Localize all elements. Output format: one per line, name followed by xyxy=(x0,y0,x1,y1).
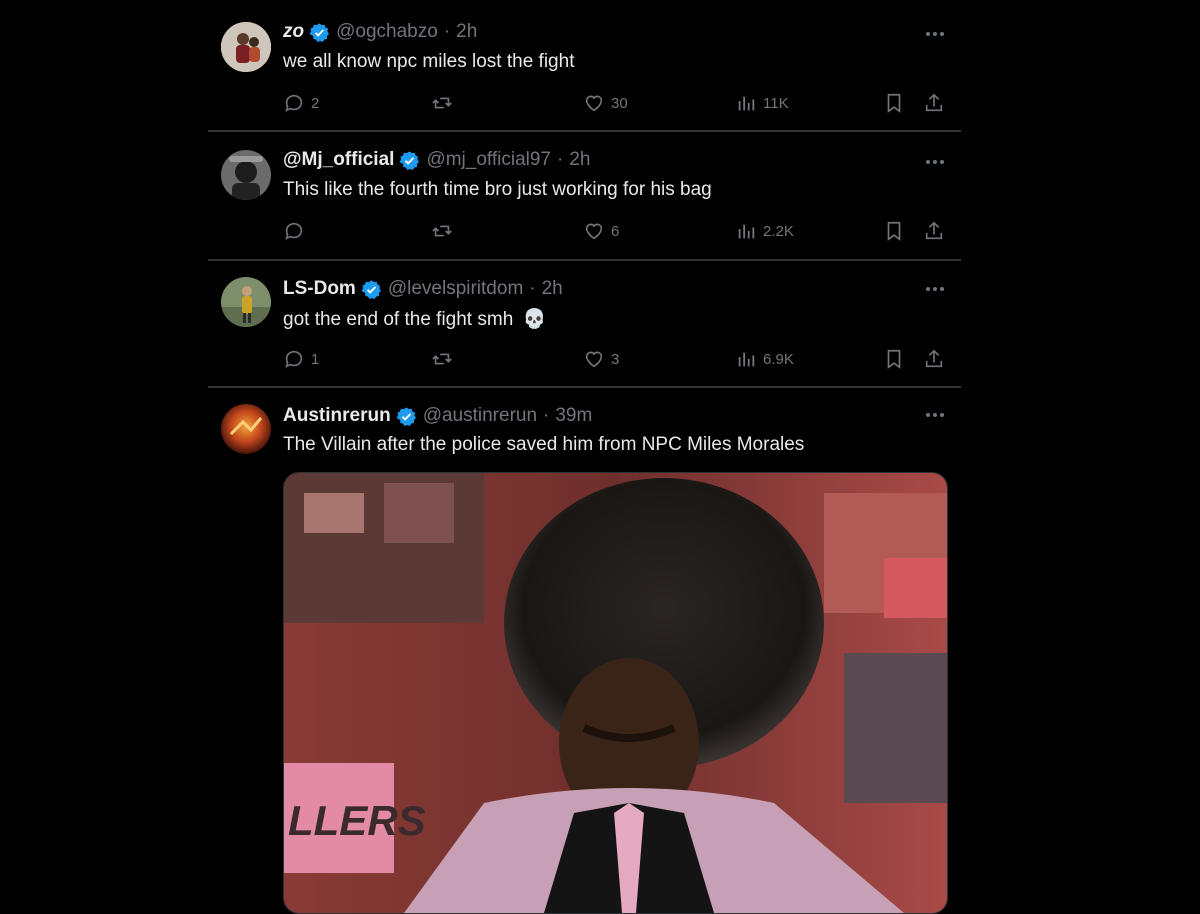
share-icon xyxy=(925,221,943,240)
reply-icon xyxy=(285,222,303,240)
retweet-icon xyxy=(432,225,452,237)
reply-button[interactable]: 1 xyxy=(283,346,319,372)
tweet[interactable]: Austinrerun @austinrerun · 39m The Villa… xyxy=(208,388,961,914)
more-dots-icon[interactable] xyxy=(920,405,950,425)
tweet-text: The Villain after the police saved him f… xyxy=(283,434,805,455)
share-button[interactable] xyxy=(923,346,945,372)
timestamp[interactable]: 2h xyxy=(569,149,590,171)
like-count: 30 xyxy=(611,94,628,112)
user-handle[interactable]: @mj_official97 xyxy=(426,149,551,171)
retweet-button[interactable] xyxy=(431,346,453,372)
views-chart-icon xyxy=(738,352,755,367)
views-count: 11K xyxy=(763,94,789,112)
reply-icon xyxy=(285,350,303,368)
tweet-header: zo @ogchabzo · 2h xyxy=(283,21,477,43)
more-dots-icon[interactable] xyxy=(920,24,950,44)
user-handle[interactable]: @ogchabzo xyxy=(336,21,438,43)
tweet-actions: 6 2.2K xyxy=(283,218,953,244)
heart-icon xyxy=(585,95,603,112)
tweet-text-body: got the end of the fight smh xyxy=(283,309,514,330)
avatar[interactable] xyxy=(221,404,271,454)
timestamp[interactable]: 39m xyxy=(555,405,592,427)
more-dots-icon[interactable] xyxy=(920,152,950,172)
bookmark-icon xyxy=(887,93,901,113)
views-count: 2.2K xyxy=(763,222,794,240)
heart-icon xyxy=(585,351,603,368)
tweet[interactable]: @Mj_official @mj_official97 · 2h This li… xyxy=(208,132,961,261)
tweet-text: we all know npc miles lost the fight xyxy=(283,51,575,72)
timestamp[interactable]: 2h xyxy=(456,21,477,43)
views-count: 6.9K xyxy=(763,350,794,368)
retweet-button[interactable] xyxy=(431,218,453,244)
separator-dot: · xyxy=(443,21,451,42)
reply-button[interactable]: 2 xyxy=(283,90,319,116)
user-handle[interactable]: @austinrerun xyxy=(423,405,537,427)
timeline-feed: zo @ogchabzo · 2h we all know npc miles … xyxy=(208,0,961,914)
views-button[interactable]: 11K xyxy=(735,90,789,116)
like-button[interactable]: 3 xyxy=(583,346,619,372)
bookmark-button[interactable] xyxy=(883,346,905,372)
verified-badge-icon xyxy=(396,406,417,427)
bookmark-icon xyxy=(887,349,901,369)
bookmark-button[interactable] xyxy=(883,218,905,244)
tweet-media-image[interactable]: LLERS xyxy=(283,472,948,914)
views-button[interactable]: 2.2K xyxy=(735,218,794,244)
retweet-icon xyxy=(432,97,452,109)
bookmark-button[interactable] xyxy=(883,90,905,116)
share-icon xyxy=(925,349,943,368)
separator-dot: · xyxy=(557,149,564,170)
tweet[interactable]: LS-Dom @levelspiritdom · 2h got the end … xyxy=(208,261,961,388)
display-name[interactable]: LS-Dom xyxy=(283,278,356,300)
like-count: 6 xyxy=(611,222,620,240)
share-button[interactable] xyxy=(923,218,945,244)
media-banner-text: LLERS xyxy=(288,797,426,844)
separator-dot: · xyxy=(543,405,550,426)
views-chart-icon xyxy=(738,224,755,239)
media-photo: LLERS xyxy=(284,473,947,913)
reply-button[interactable] xyxy=(283,218,305,244)
retweet-icon xyxy=(432,353,452,365)
tweet-header: Austinrerun @austinrerun · 39m xyxy=(283,405,592,427)
separator-dot: · xyxy=(529,278,536,299)
more-dots-icon[interactable] xyxy=(920,279,950,299)
reply-count: 1 xyxy=(311,350,320,368)
display-name[interactable]: Austinrerun xyxy=(283,405,391,427)
verified-badge-icon xyxy=(399,150,420,171)
reply-count: 2 xyxy=(311,94,320,112)
display-name[interactable]: @Mj_official xyxy=(283,149,394,171)
avatar[interactable] xyxy=(221,150,271,200)
tweet-actions: 2 30 11K xyxy=(283,90,953,116)
like-button[interactable]: 6 xyxy=(583,218,619,244)
tweet-header: @Mj_official @mj_official97 · 2h xyxy=(283,149,590,171)
heart-icon xyxy=(585,223,603,240)
retweet-button[interactable] xyxy=(431,90,453,116)
tweet-actions: 1 3 6.9K xyxy=(283,346,953,372)
views-button[interactable]: 6.9K xyxy=(735,346,794,372)
verified-badge-icon xyxy=(309,22,330,43)
bookmark-icon xyxy=(887,221,901,241)
tweet-text: This like the fourth time bro just worki… xyxy=(283,179,712,200)
like-button[interactable]: 30 xyxy=(583,90,628,116)
reply-icon xyxy=(285,94,303,112)
share-icon xyxy=(925,93,943,112)
like-count: 3 xyxy=(611,350,620,368)
skull-emoji: 💀 xyxy=(522,309,547,330)
tweet-header: LS-Dom @levelspiritdom · 2h xyxy=(283,278,563,300)
avatar[interactable] xyxy=(221,22,271,72)
tweet-text: got the end of the fight smh 💀 xyxy=(283,307,546,331)
verified-badge-icon xyxy=(361,279,382,300)
avatar[interactable] xyxy=(221,277,271,327)
user-handle[interactable]: @levelspiritdom xyxy=(388,278,523,300)
display-name[interactable]: zo xyxy=(283,21,304,43)
views-chart-icon xyxy=(738,96,755,111)
tweet[interactable]: zo @ogchabzo · 2h we all know npc miles … xyxy=(208,0,961,132)
timestamp[interactable]: 2h xyxy=(542,278,563,300)
share-button[interactable] xyxy=(923,90,945,116)
